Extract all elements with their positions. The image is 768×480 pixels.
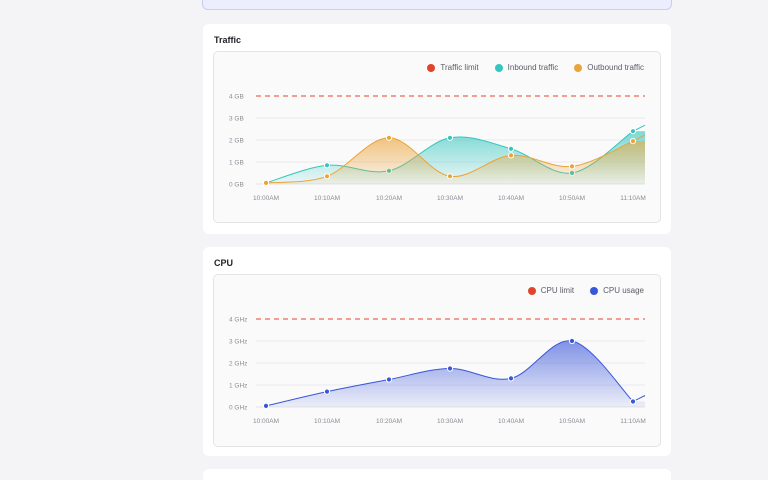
cpu-plot: 0 GHz 1 GHz 2 GHz 3 GHz 4 GHz 10:00AM 10:10AM 1…	[229, 317, 646, 426]
data-point[interactable]	[385, 376, 393, 383]
traffic-title: Traffic	[214, 35, 242, 45]
x-tick-label: 11:10AM	[620, 418, 646, 425]
data-point[interactable]	[629, 398, 637, 405]
cpu-chart: CPU limit CPU usage 0 GHz 1 GHz 2 GHz 3 GHz…	[213, 274, 661, 447]
y-tick-label: 0 GHz	[229, 405, 247, 412]
data-point[interactable]	[568, 163, 576, 170]
x-tick-label: 10:10AM	[314, 418, 340, 425]
y-tick-label: 4 GB	[229, 94, 244, 101]
data-point[interactable]	[629, 128, 637, 135]
traffic-panel: Traffic Traffic limit Inbound traffic Ou…	[203, 24, 671, 234]
y-tick-label: 0 GB	[229, 182, 244, 189]
y-tick-label: 4 GHz	[229, 317, 247, 324]
data-point[interactable]	[323, 173, 331, 180]
traffic-chart: Traffic limit Inbound traffic Outbound t…	[213, 51, 661, 223]
top-banner	[202, 0, 672, 10]
data-point[interactable]	[446, 173, 454, 180]
y-tick-label: 3 GB	[229, 116, 244, 123]
data-point[interactable]	[323, 388, 331, 395]
y-tick-label: 1 GB	[229, 160, 244, 167]
x-tick-label: 10:30AM	[437, 418, 463, 425]
x-tick-label: 10:40AM	[498, 195, 524, 202]
data-point[interactable]	[507, 145, 515, 152]
y-tick-label: 3 GHz	[229, 339, 247, 346]
x-tick-label: 10:10AM	[314, 195, 340, 202]
x-tick-label: 10:40AM	[498, 418, 524, 425]
y-tick-label: 2 GB	[229, 138, 244, 145]
data-point[interactable]	[385, 134, 393, 141]
data-point[interactable]	[629, 138, 637, 145]
y-tick-label: 1 GHz	[229, 383, 247, 390]
traffic-plot: 0 GB 1 GB 2 GB 3 GB 4 GB 10:00AM 10:10AM 10:20A…	[229, 94, 646, 203]
x-tick-label: 10:20AM	[376, 418, 402, 425]
cpu-panel: CPU CPU limit CPU usage 0 GHz 1 GHz 2 GHz 3…	[203, 247, 671, 456]
x-tick-label: 10:00AM	[253, 195, 279, 202]
x-tick-label: 10:50AM	[559, 195, 585, 202]
cpu-title: CPU	[214, 258, 234, 268]
data-point[interactable]	[446, 365, 454, 372]
data-point[interactable]	[262, 179, 270, 186]
next-panel	[203, 469, 671, 480]
x-tick-label: 10:00AM	[253, 418, 279, 425]
x-tick-label: 11:10AM	[620, 195, 646, 202]
data-point[interactable]	[507, 152, 515, 159]
data-point[interactable]	[568, 337, 576, 345]
x-tick-label: 10:20AM	[376, 195, 402, 202]
x-tick-label: 10:50AM	[559, 418, 585, 425]
data-point[interactable]	[507, 375, 515, 382]
data-point[interactable]	[446, 134, 454, 141]
y-tick-label: 2 GHz	[229, 361, 247, 368]
data-point[interactable]	[323, 162, 331, 169]
x-tick-label: 10:30AM	[437, 195, 463, 202]
data-point[interactable]	[262, 402, 270, 409]
